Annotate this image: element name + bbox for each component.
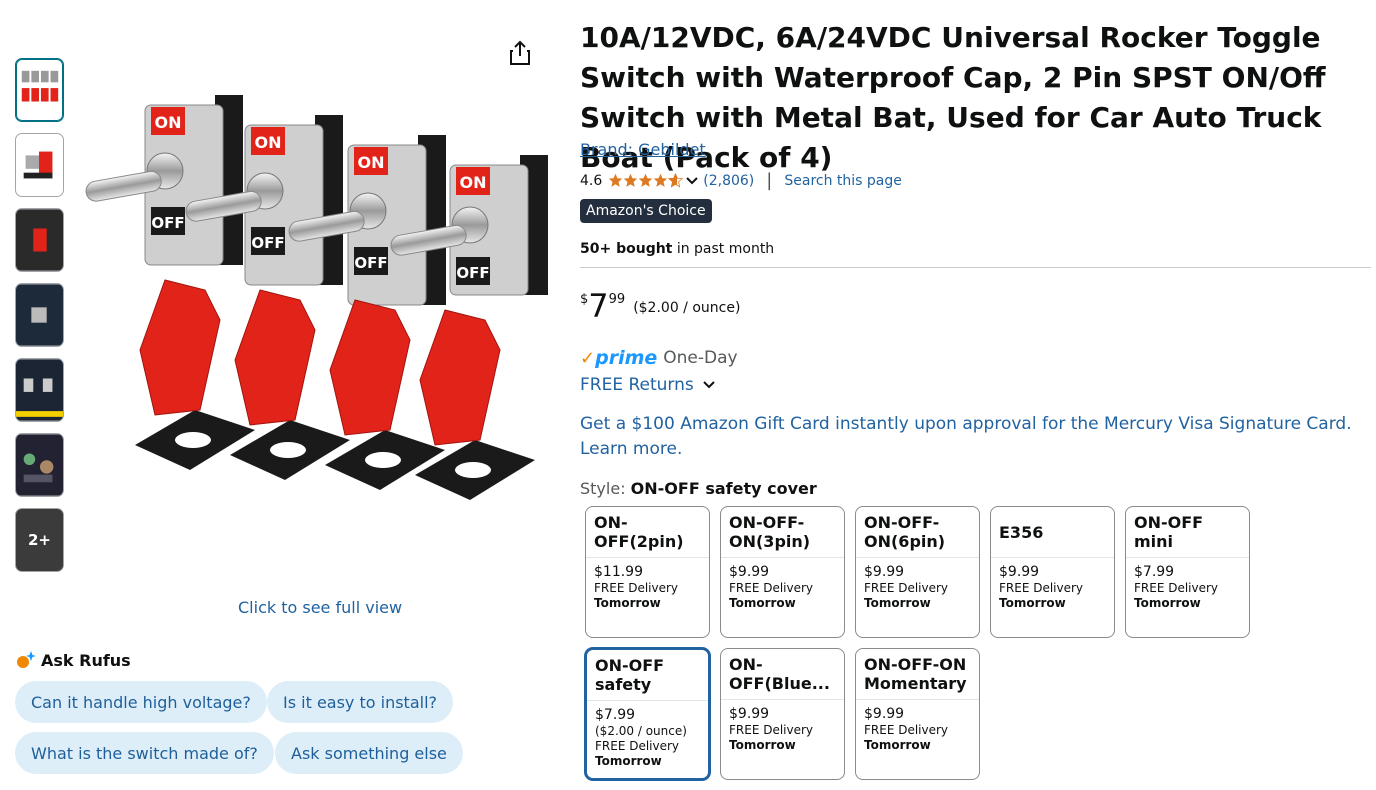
style-option[interactable]: ON-OFF-ON(3pin) $9.99 FREE Delivery Tomorr… — [720, 506, 845, 638]
chevron-down-icon[interactable] — [685, 176, 699, 186]
switch-on-label: ON — [155, 113, 182, 132]
price: $ 7 99 ($2.00 / ounce) — [580, 288, 740, 324]
prime-check-icon: ✓ — [580, 347, 596, 369]
style-option[interactable]: ON-OFF(Blue... $9.99 FREE Delivery Tomorro… — [720, 648, 845, 780]
style-option[interactable]: ON-OFF-ON Momentary $9.99 FREE Delivery To… — [855, 648, 980, 780]
thumbnail-4[interactable] — [15, 283, 64, 347]
thumbnail-3[interactable] — [15, 208, 64, 272]
thumbnail-2[interactable] — [15, 133, 64, 197]
rufus-chip-easy-install[interactable]: Is it easy to install? — [267, 681, 454, 723]
style-option[interactable]: E356 $9.99 FREE Delivery Tomorrow — [990, 506, 1115, 638]
price-fraction: 99 — [608, 292, 626, 307]
free-returns-link[interactable]: FREE Returns — [580, 375, 716, 395]
thumbnail-1[interactable] — [15, 58, 64, 122]
rating-row: 4.6 (2,806) | Search this page — [580, 170, 902, 191]
switch-on-label: ON — [255, 133, 282, 152]
rufus-header: Ask Rufus — [15, 650, 131, 670]
separator: | — [766, 170, 773, 191]
thumbnail-5[interactable] — [15, 358, 64, 422]
switch-on-label: ON — [358, 153, 385, 172]
switch-off-label: OFF — [354, 254, 387, 272]
main-product-image[interactable]: ON OFF ON OFF ON OFF ON OFF — [80, 90, 555, 510]
rufus-chip-ask-something-else[interactable]: Ask something else — [275, 732, 463, 774]
more-thumbnails-button[interactable]: 2+ — [15, 508, 64, 572]
prime-speed: One-Day — [663, 348, 738, 368]
switch-off-label: OFF — [251, 234, 284, 252]
click-full-view-link[interactable]: Click to see full view — [238, 598, 402, 617]
style-option[interactable]: ON-OFF(2pin) $11.99 FREE Delivery Tomorrow — [585, 506, 710, 638]
style-label: Style: ON-OFF safety cover — [580, 479, 817, 498]
switch-off-label: OFF — [456, 264, 489, 282]
switch-on-label: ON — [460, 173, 487, 192]
style-option-selected[interactable]: ON-OFF safety cover $7.99($2.00 / ounce)… — [585, 648, 710, 780]
thumbnail-strip: 2+ — [15, 58, 64, 583]
share-icon[interactable] — [507, 39, 533, 67]
thumbnail-6[interactable] — [15, 433, 64, 497]
switch-off-label: OFF — [151, 214, 184, 232]
divider — [580, 267, 1371, 268]
price-whole: 7 — [588, 287, 609, 325]
rufus-chip-high-voltage[interactable]: Can it handle high voltage? — [15, 681, 267, 723]
chevron-down-icon — [703, 381, 715, 389]
bought-in-past-month: 50+ bought in past month — [580, 241, 775, 257]
star-rating-icon[interactable] — [608, 173, 684, 188]
search-this-page-link[interactable]: Search this page — [784, 173, 902, 189]
price-symbol: $ — [580, 292, 589, 307]
rufus-chip-material[interactable]: What is the switch made of? — [15, 732, 274, 774]
prime-badge: ✓ prime One-Day — [580, 347, 738, 369]
style-option[interactable]: ON-OFF mini $7.99 FREE Delivery Tomorrow — [1125, 506, 1250, 638]
prime-logo: prime — [595, 347, 658, 369]
style-option[interactable]: ON-OFF-ON(6pin) $9.99 FREE Delivery Tomorr… — [855, 506, 980, 638]
gift-card-offer-link[interactable]: Get a $100 Amazon Gift Card instantly up… — [580, 412, 1360, 462]
rating-value: 4.6 — [580, 172, 603, 189]
rufus-title: Ask Rufus — [41, 650, 131, 670]
amazons-choice-badge: Amazon's Choice — [580, 199, 712, 223]
price-per-unit: ($2.00 / ounce) — [633, 300, 741, 316]
brand-link[interactable]: Brand: Gebildet — [580, 140, 706, 159]
rufus-icon — [17, 651, 36, 668]
rating-count-link[interactable]: (2,806) — [703, 173, 754, 189]
